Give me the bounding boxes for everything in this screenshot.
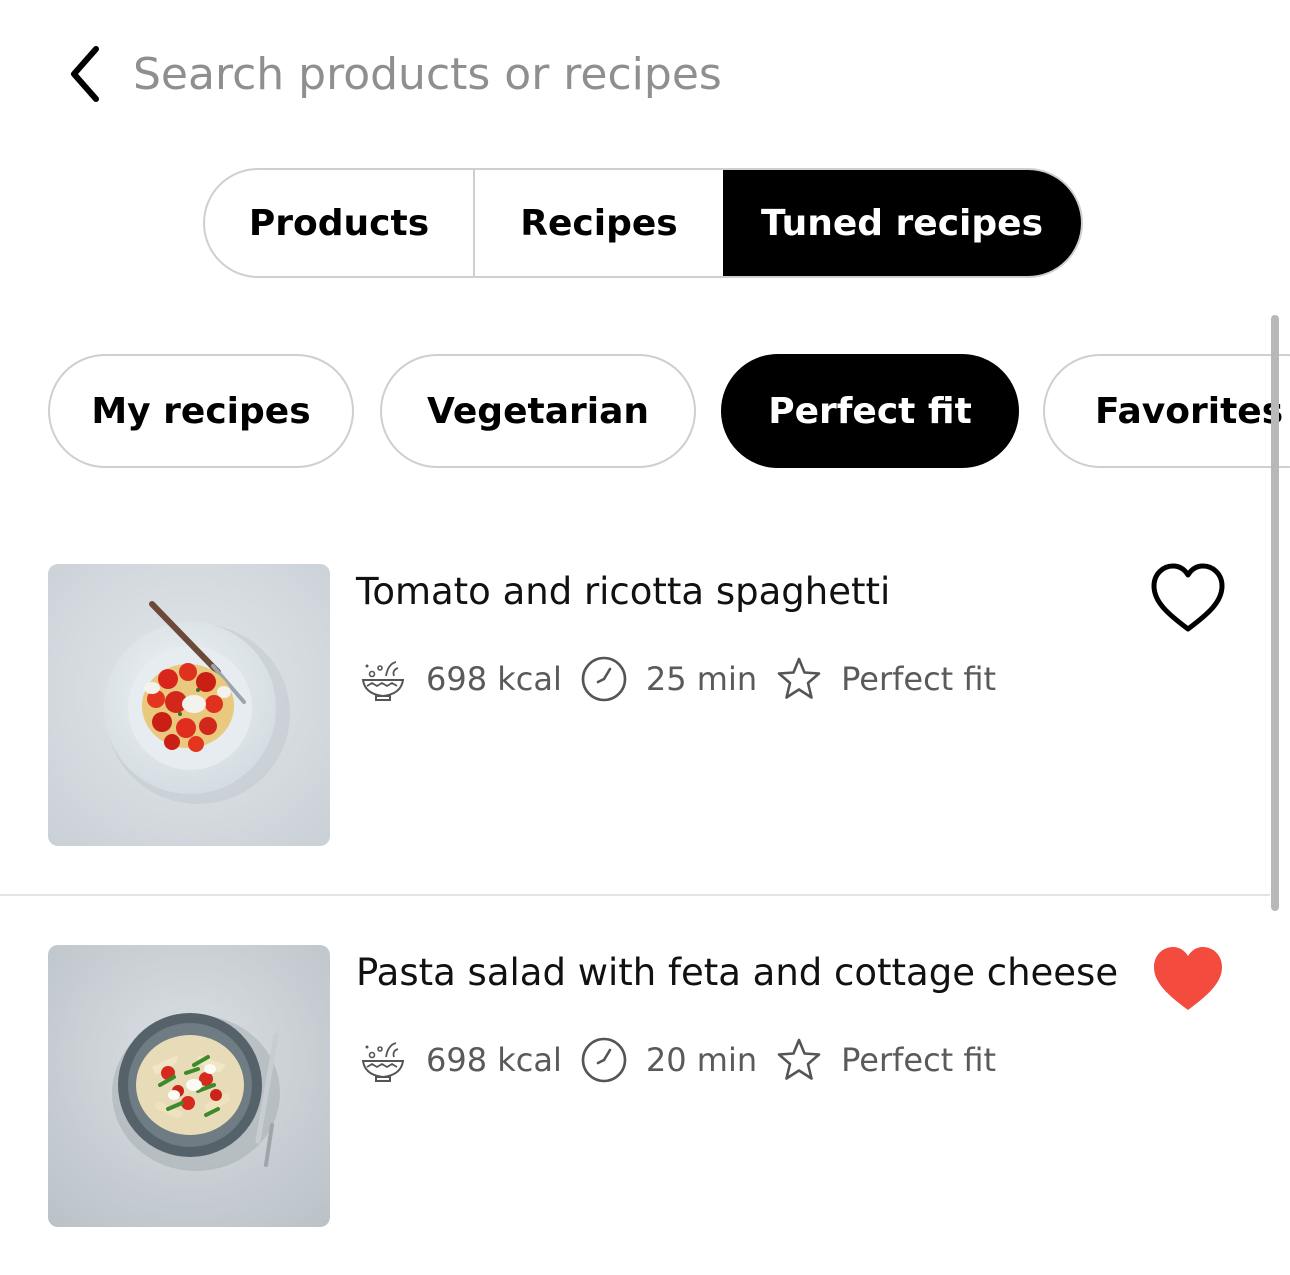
fit-label: Perfect fit bbox=[841, 1041, 997, 1079]
list-divider bbox=[0, 894, 1270, 896]
star-icon bbox=[775, 1036, 823, 1084]
heart-filled-icon bbox=[1154, 947, 1222, 1010]
tab-products[interactable]: Products bbox=[205, 170, 475, 276]
time-label: 20 min bbox=[645, 1041, 758, 1079]
time-label: 25 min bbox=[645, 660, 758, 698]
recipe-photo-tomato-spaghetti bbox=[48, 564, 330, 846]
fit-label: Perfect fit bbox=[841, 660, 997, 698]
recipe-meta: 698 kcal 20 min Perfect fit bbox=[358, 1033, 1014, 1087]
scrollbar[interactable] bbox=[1271, 315, 1279, 911]
back-button[interactable] bbox=[56, 38, 112, 110]
recipe-list-item[interactable]: Tomato and ricotta spaghetti 698 kcal 25… bbox=[0, 560, 1270, 850]
clock-icon bbox=[580, 655, 628, 703]
chip-favorites[interactable]: Favorites bbox=[1043, 354, 1290, 468]
chevron-left-icon bbox=[71, 46, 99, 102]
favorite-button[interactable] bbox=[1148, 941, 1228, 1017]
star-icon bbox=[775, 655, 823, 703]
recipe-photo-pasta-salad bbox=[48, 945, 330, 1227]
recipe-image[interactable] bbox=[48, 564, 330, 846]
recipe-title[interactable]: Pasta salad with feta and cottage cheese bbox=[356, 951, 1118, 994]
recipe-list-item[interactable]: Pasta salad with feta and cottage cheese… bbox=[0, 941, 1270, 1231]
favorite-button[interactable] bbox=[1148, 560, 1228, 636]
recipe-title[interactable]: Tomato and ricotta spaghetti bbox=[356, 570, 890, 613]
tab-tuned-recipes[interactable]: Tuned recipes bbox=[723, 170, 1081, 276]
calories-label: 698 kcal bbox=[426, 1041, 562, 1079]
search-type-segmented-control: Products Recipes Tuned recipes bbox=[203, 168, 1083, 278]
tab-recipes[interactable]: Recipes bbox=[475, 170, 723, 276]
filter-chip-row[interactable]: My recipes Vegetarian Perfect fit Favori… bbox=[48, 354, 1290, 468]
clock-icon bbox=[580, 1036, 628, 1084]
chip-vegetarian[interactable]: Vegetarian bbox=[380, 354, 696, 468]
chip-my-recipes[interactable]: My recipes bbox=[48, 354, 354, 468]
recipe-meta: 698 kcal 25 min Perfect fit bbox=[358, 652, 1014, 706]
salad-bowl-icon bbox=[358, 654, 408, 704]
salad-bowl-icon bbox=[358, 1035, 408, 1085]
calories-label: 698 kcal bbox=[426, 660, 562, 698]
search-input[interactable] bbox=[133, 40, 1233, 108]
chip-perfect-fit[interactable]: Perfect fit bbox=[721, 354, 1019, 468]
recipe-image[interactable] bbox=[48, 945, 330, 1227]
heart-outline-icon bbox=[1151, 563, 1225, 632]
